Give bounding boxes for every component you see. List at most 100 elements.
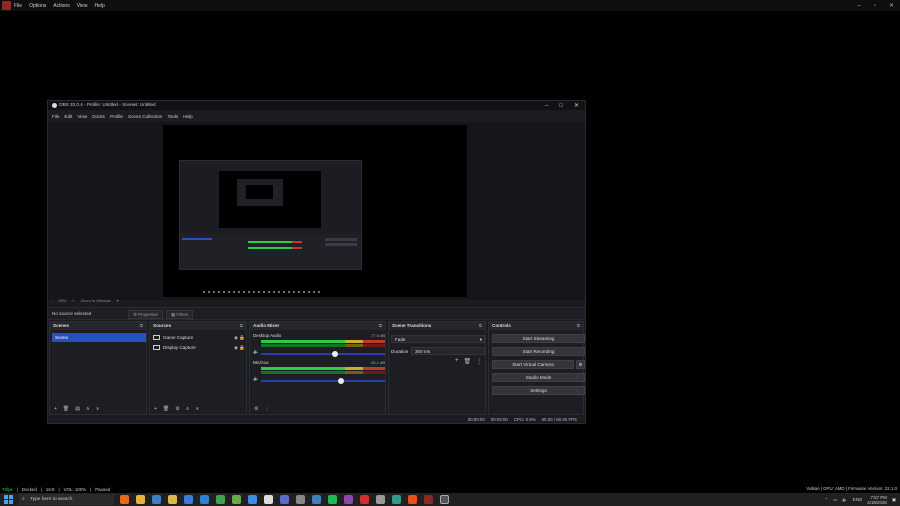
preview-canvas[interactable] (163, 125, 467, 297)
duration-input[interactable]: 300 ms (411, 347, 485, 355)
obs-close-icon[interactable]: ✕ (574, 102, 579, 109)
notifications-icon[interactable]: ▣ (892, 497, 896, 503)
source-properties-icon[interactable]: ⚙ (175, 406, 179, 412)
excel-icon[interactable] (232, 495, 241, 504)
transition-menu-icon[interactable]: ⋮ (476, 358, 482, 365)
volume-knob[interactable] (331, 351, 338, 357)
obs-menu-file[interactable]: File (52, 114, 59, 119)
obs-taskbar-icon[interactable] (440, 495, 449, 504)
add-source-icon[interactable]: + (154, 406, 157, 412)
clock[interactable]: 7:57 PM 4/18/2026 (867, 495, 887, 505)
undock-icon[interactable]: ⧉ (577, 322, 580, 330)
volume-knob[interactable] (337, 378, 344, 384)
virtual-camera-settings-icon[interactable]: ⚙ (576, 360, 585, 369)
volume-slider[interactable] (261, 378, 385, 384)
speaker-icon[interactable]: 🔈 (253, 376, 259, 382)
windows-start-icon[interactable] (4, 495, 13, 504)
volume-slider[interactable] (261, 351, 385, 357)
mixer-title: Audio Mixer (253, 323, 280, 328)
taskbar-search[interactable]: ⌕ Type here to search (19, 494, 114, 505)
app-icon[interactable] (424, 495, 433, 504)
undock-icon[interactable]: ⧉ (479, 322, 482, 330)
obs-menu-profile[interactable]: Profile (110, 114, 123, 119)
start-streaming-button[interactable]: Start Streaming (492, 334, 585, 343)
lang-indicator[interactable]: ENG (853, 497, 863, 502)
stream-time: 00:00:00 (467, 417, 485, 422)
undock-icon[interactable]: ⧉ (379, 322, 382, 330)
zoom-out-button[interactable]: – (50, 298, 52, 303)
app-icon[interactable] (248, 495, 257, 504)
visibility-lock-icons[interactable]: ◉ 🔒 (234, 343, 245, 352)
mixer-menu-icon[interactable]: ⋮ (264, 406, 269, 412)
obs-maximize-icon[interactable]: □ (559, 103, 563, 109)
network-icon[interactable]: ▭ (833, 497, 837, 503)
app-icon[interactable] (344, 495, 353, 504)
clock-date: 4/18/2026 (867, 499, 887, 505)
firefox-icon[interactable] (120, 495, 129, 504)
gpu-info: Vulkan | GPU: AMD | Firmware Version: 22… (806, 486, 897, 491)
obs-menu-view[interactable]: View (77, 114, 87, 119)
spotify-icon[interactable] (328, 495, 337, 504)
move-up-icon[interactable]: ∧ (86, 406, 90, 412)
move-down-icon[interactable]: ∨ (96, 406, 100, 412)
obs-menu-edit[interactable]: Edit (64, 114, 72, 119)
tray-chevron-icon[interactable]: ⌃ (824, 497, 828, 503)
source-item[interactable]: Display Capture ◉ 🔒 (153, 343, 245, 352)
tiktok-icon[interactable] (264, 495, 273, 504)
app-icon[interactable] (296, 495, 305, 504)
start-recording-button[interactable]: Start Recording (492, 347, 585, 356)
obs-menu-help[interactable]: Help (183, 114, 192, 119)
scene-item[interactable]: Scene (52, 333, 146, 342)
volume-icon[interactable]: 🔈 (842, 497, 847, 503)
move-up-icon[interactable]: ∧ (186, 406, 190, 412)
remove-scene-icon[interactable]: 🗑 (63, 406, 69, 412)
speaker-icon[interactable]: 🔈 (253, 349, 259, 355)
zoom-dropdown-icon[interactable]: ▾ (117, 298, 119, 303)
steam-icon[interactable] (312, 495, 321, 504)
menu-view[interactable]: View (77, 3, 88, 9)
minecraft-icon[interactable] (216, 495, 225, 504)
scene-filters-icon[interactable]: ▤ (75, 406, 80, 412)
obs-menu-scene-collection[interactable]: Scene Collection (128, 114, 162, 119)
obs-menu-docks[interactable]: Docks (92, 114, 105, 119)
store-icon[interactable] (184, 495, 193, 504)
close-icon[interactable]: ✕ (889, 2, 894, 9)
source-item[interactable]: Game Capture ◉ 🔒 (153, 333, 245, 342)
obs-menu-tools[interactable]: Tools (167, 114, 178, 119)
opera-icon[interactable] (360, 495, 369, 504)
channel-db: -54.1 dB (369, 360, 385, 365)
controls-header: Controls ⧉ (489, 322, 583, 330)
browser-icon[interactable] (408, 495, 417, 504)
app-icon[interactable] (392, 495, 401, 504)
file-explorer-icon[interactable] (168, 495, 177, 504)
move-down-icon[interactable]: ∨ (195, 406, 199, 412)
undock-icon[interactable]: ⧉ (240, 322, 243, 330)
discord-icon[interactable] (280, 495, 289, 504)
remove-source-icon[interactable]: 🗑 (163, 406, 169, 412)
menu-help[interactable]: Help (94, 3, 104, 9)
mail-icon[interactable] (200, 495, 209, 504)
transition-select[interactable]: Fade ▾ (391, 335, 485, 343)
obs-minimize-icon[interactable]: – (545, 103, 548, 109)
remove-transition-icon[interactable]: 🗑 (464, 358, 472, 365)
start-virtual-camera-button[interactable]: Start Virtual Camera (492, 360, 574, 369)
app-icon[interactable] (376, 495, 385, 504)
edge-icon[interactable] (152, 495, 161, 504)
zoom-fit-label[interactable]: Zoom to Window (81, 298, 111, 303)
menu-file[interactable]: File (14, 3, 22, 9)
settings-button[interactable]: Settings (492, 386, 585, 395)
minimize-icon[interactable]: – (857, 3, 860, 9)
menu-options[interactable]: Options (29, 3, 46, 9)
visibility-lock-icons[interactable]: ◉ 🔒 (234, 333, 245, 342)
maximize-icon[interactable]: ▫ (874, 3, 876, 9)
properties-button[interactable]: ⚙ Properties (128, 310, 164, 319)
undock-icon[interactable]: ⧉ (140, 322, 143, 330)
filters-button[interactable]: ▦ Filters (166, 310, 194, 319)
zoom-in-button[interactable]: + (72, 298, 74, 303)
mixer-settings-icon[interactable]: ⚙ (254, 406, 258, 412)
menu-actions[interactable]: Actions (53, 3, 69, 9)
chrome-icon[interactable] (136, 495, 145, 504)
add-scene-icon[interactable]: + (54, 406, 57, 412)
studio-mode-button[interactable]: Studio Mode (492, 373, 585, 382)
add-transition-icon[interactable]: + (455, 358, 459, 365)
